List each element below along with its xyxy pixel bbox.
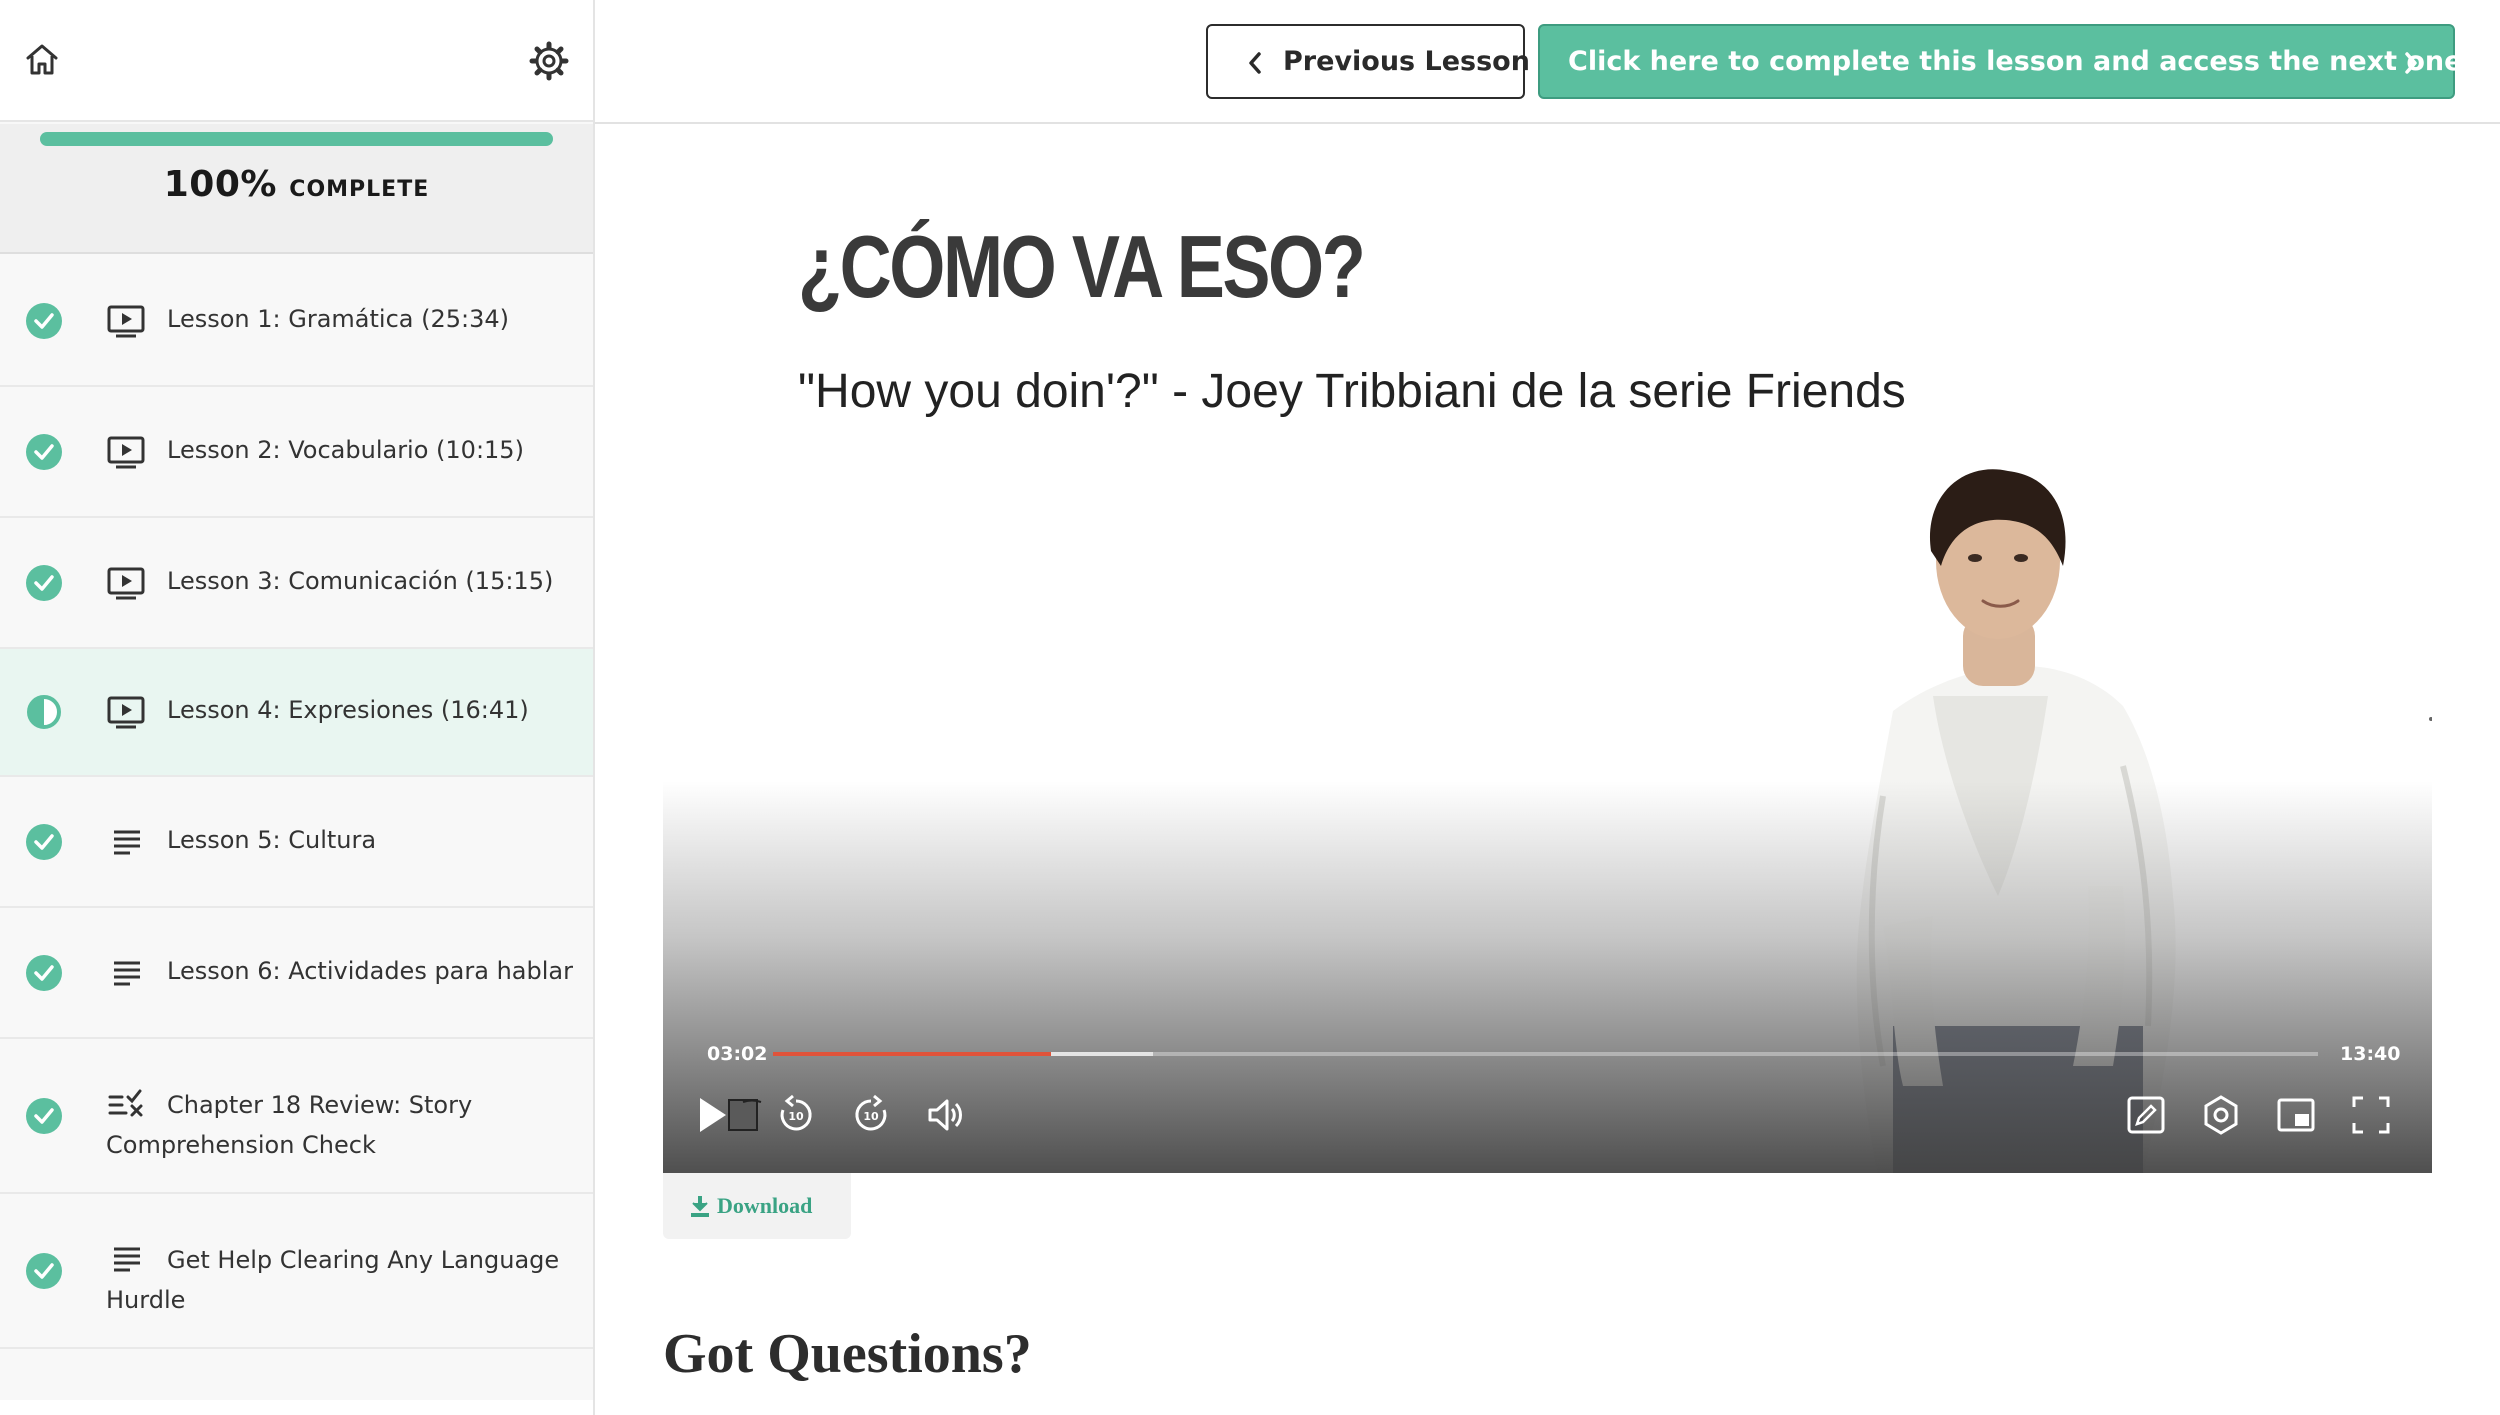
forward-10-icon[interactable]: 10 <box>848 1092 894 1138</box>
lesson-title: Lesson 3: Comunicación (15:15) <box>167 566 554 595</box>
section-heading: Got Questions? <box>663 1323 1032 1385</box>
gear-icon <box>529 41 569 81</box>
lesson-header: Previous Lesson Click here to complete t… <box>595 0 2500 124</box>
complete-check-icon <box>26 302 62 339</box>
course-progress: 100% COMPLETE <box>0 124 593 254</box>
text-lines-icon <box>114 961 140 985</box>
lesson-title: Lesson 6: Actividades para hablar <box>167 956 573 985</box>
video-play-icon <box>107 696 145 729</box>
rewind-10-icon[interactable]: 10 <box>773 1092 819 1138</box>
complete-check-icon <box>26 823 62 860</box>
lesson-list: Lesson 1: Gramática (25:34) Lesson 2: Vo… <box>0 256 593 1349</box>
sidebar-item-lesson-6[interactable]: Lesson 6: Actividades para hablar <box>0 908 593 1039</box>
complete-check-icon <box>26 1097 62 1134</box>
sidebar-item-lesson-2[interactable]: Lesson 2: Vocabulario (10:15) <box>0 387 593 518</box>
video-play-icon <box>107 567 145 599</box>
video-subtitle: "How you doin'?" - Joey Tribbiani de la … <box>798 365 1906 418</box>
in-progress-half-circle-icon <box>27 695 61 729</box>
lesson-content: ¿CÓMO VA ESO? "How you doin'?" - Joey Tr… <box>595 126 2500 1415</box>
svg-text:10: 10 <box>788 1110 804 1123</box>
video-play-icon <box>107 436 145 468</box>
download-button[interactable]: Download <box>663 1173 851 1239</box>
video-heading: ¿CÓMO VA ESO? <box>798 217 1366 316</box>
settings-hexagon-icon[interactable] <box>2198 1092 2244 1138</box>
annotate-pencil-icon[interactable] <box>2123 1092 2169 1138</box>
lesson-title: Lesson 4: Expresiones (16:41) <box>167 696 529 724</box>
download-label: Download <box>717 1193 813 1218</box>
text-lines-icon <box>114 830 140 854</box>
total-time: 13:40 <box>2340 1043 2401 1065</box>
lesson-title: Lesson 5: Cultura <box>167 825 377 854</box>
progress-percent: 100% <box>163 164 277 205</box>
home-icon <box>26 44 58 75</box>
video-seek-bar[interactable] <box>773 1052 2318 1056</box>
chevron-left-icon <box>1249 52 1261 74</box>
lesson-title: Lesson 2: Vocabulario (10:15) <box>167 435 524 464</box>
fullscreen-icon[interactable] <box>2348 1092 2394 1138</box>
complete-check-icon <box>26 564 62 601</box>
chevron-right-icon <box>2405 52 2417 74</box>
course-sidebar: 100% COMPLETE Lesson 1: Gramática (25:34… <box>0 0 595 1415</box>
complete-and-next-button[interactable]: Click here to complete this lesson and a… <box>1538 24 2495 99</box>
sidebar-footer <box>0 1400 593 1415</box>
video-player[interactable]: ¿CÓMO VA ESO? "How you doin'?" - Joey Tr… <box>663 126 2432 1173</box>
complete-and-next-label: Click here to complete this lesson and a… <box>1568 46 2495 77</box>
complete-check-icon <box>26 433 62 470</box>
svg-text:10: 10 <box>863 1110 879 1123</box>
previous-lesson-button[interactable]: Previous Lesson <box>1206 24 1530 99</box>
progress-bar <box>40 132 553 146</box>
lesson-title: Lesson 1: Gramática (25:34) <box>167 304 509 333</box>
video-play-icon <box>107 305 145 337</box>
sidebar-item-lesson-3[interactable]: Lesson 3: Comunicación (15:15) <box>0 518 593 649</box>
sidebar-item-lesson-1[interactable]: Lesson 1: Gramática (25:34) <box>0 256 593 387</box>
sidebar-item-lesson-4[interactable]: Lesson 4: Expresiones (16:41) <box>0 649 593 777</box>
complete-check-icon <box>26 1252 62 1289</box>
sidebar-toolbar <box>0 0 593 122</box>
chapters-bookmark-icon[interactable] <box>723 1092 769 1138</box>
previous-lesson-label: Previous Lesson <box>1283 46 1530 77</box>
lesson-title: Chapter 18 Review: Story Comprehension C… <box>106 1091 473 1159</box>
home-button[interactable] <box>22 40 62 80</box>
progress-text: 100% COMPLETE <box>0 164 593 205</box>
volume-icon[interactable] <box>923 1092 969 1138</box>
sidebar-item-get-help[interactable]: Get Help Clearing Any Language Hurdle <box>0 1194 593 1349</box>
seek-played <box>773 1052 1052 1056</box>
settings-button[interactable] <box>528 40 570 82</box>
sidebar-item-chapter-review[interactable]: Chapter 18 Review: Story Comprehension C… <box>0 1039 593 1194</box>
sidebar-item-lesson-5[interactable]: Lesson 5: Cultura <box>0 777 593 908</box>
lesson-title: Get Help Clearing Any Language Hurdle <box>106 1246 560 1314</box>
video-speck <box>2429 717 2432 721</box>
current-time: 03:02 <box>707 1043 768 1065</box>
download-icon <box>691 1196 709 1217</box>
complete-check-icon <box>26 954 62 991</box>
progress-label: COMPLETE <box>289 177 430 202</box>
picture-in-picture-icon[interactable] <box>2273 1092 2319 1138</box>
